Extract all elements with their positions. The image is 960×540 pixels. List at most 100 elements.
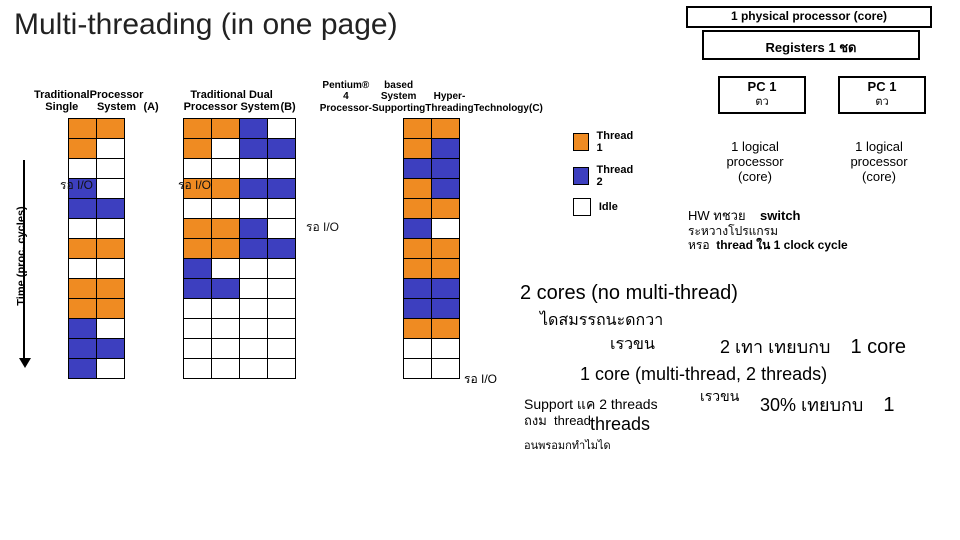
column-a: Traditional Single Processor System (A) bbox=[34, 60, 159, 379]
cell bbox=[97, 219, 125, 239]
legend-thread2: Thread 2 bbox=[573, 164, 636, 188]
compare-2: 30% เทยบกบ 1 bbox=[760, 390, 894, 419]
cell bbox=[240, 199, 268, 219]
other-cannot-line: อนพรอมกทำไมได bbox=[524, 436, 611, 454]
grid-c bbox=[403, 118, 460, 379]
cell bbox=[240, 159, 268, 179]
cell bbox=[69, 339, 97, 359]
cell bbox=[432, 299, 460, 319]
cell bbox=[184, 319, 212, 339]
cell bbox=[69, 259, 97, 279]
cell bbox=[212, 119, 240, 139]
cell bbox=[432, 119, 460, 139]
cell bbox=[212, 339, 240, 359]
limit-line: ถงม thread bbox=[524, 410, 591, 431]
pc-box-1: PC 1 ตว bbox=[718, 76, 806, 114]
pc-box-2: PC 1 ตว bbox=[838, 76, 926, 114]
cell bbox=[240, 359, 268, 379]
cell bbox=[97, 259, 125, 279]
cell bbox=[184, 359, 212, 379]
cell bbox=[404, 279, 432, 299]
cell bbox=[268, 139, 296, 159]
cell bbox=[432, 199, 460, 219]
cell bbox=[97, 299, 125, 319]
logical-core-2: 1 logical processor (core) bbox=[828, 140, 930, 185]
logical-core-1: 1 logical processor (core) bbox=[704, 140, 806, 185]
perf-better-line: ไดสมรรถนะดกวา bbox=[540, 308, 663, 333]
wait-io-b: รอ I/O bbox=[178, 176, 211, 195]
cell bbox=[97, 179, 125, 199]
cell bbox=[268, 239, 296, 259]
faster-2: เรวขน bbox=[700, 386, 739, 408]
cell bbox=[404, 219, 432, 239]
cell bbox=[184, 119, 212, 139]
cell bbox=[432, 319, 460, 339]
cell bbox=[69, 219, 97, 239]
swatch-idle-icon bbox=[573, 198, 591, 216]
cell bbox=[268, 299, 296, 319]
cell bbox=[404, 299, 432, 319]
wait-io-small: รอ I/O bbox=[464, 370, 497, 389]
cell bbox=[212, 159, 240, 179]
cell bbox=[404, 199, 432, 219]
cell bbox=[268, 219, 296, 239]
grid-b bbox=[183, 118, 296, 379]
cell bbox=[268, 339, 296, 359]
cell bbox=[432, 139, 460, 159]
compare-1: 2 เทา เทยบกบ 1 core bbox=[720, 332, 906, 361]
cell bbox=[432, 239, 460, 259]
registers-box: Registers 1 ชด bbox=[702, 30, 920, 60]
cell bbox=[432, 159, 460, 179]
cell bbox=[268, 159, 296, 179]
cell bbox=[97, 339, 125, 359]
cell bbox=[240, 319, 268, 339]
cell bbox=[69, 319, 97, 339]
cell bbox=[432, 179, 460, 199]
cell bbox=[404, 119, 432, 139]
cell bbox=[268, 279, 296, 299]
cell bbox=[69, 299, 97, 319]
cell bbox=[432, 339, 460, 359]
cell bbox=[240, 279, 268, 299]
cell bbox=[240, 339, 268, 359]
cell bbox=[404, 359, 432, 379]
cell bbox=[212, 239, 240, 259]
cell bbox=[184, 279, 212, 299]
cell bbox=[404, 339, 432, 359]
threads-word: threads bbox=[590, 414, 650, 435]
y-axis-label: Time (proc. cycles) bbox=[16, 206, 28, 305]
cell bbox=[212, 179, 240, 199]
cell bbox=[184, 219, 212, 239]
cell bbox=[184, 139, 212, 159]
cell bbox=[97, 199, 125, 219]
page-title: Multi-threading (in one page) bbox=[14, 8, 398, 42]
cell bbox=[184, 339, 212, 359]
cell bbox=[404, 179, 432, 199]
cell bbox=[268, 179, 296, 199]
column-c-heading: Pentium® 4 Processor- based System Suppo… bbox=[320, 60, 543, 114]
cell bbox=[268, 259, 296, 279]
cell bbox=[268, 119, 296, 139]
cell bbox=[404, 159, 432, 179]
cell bbox=[432, 359, 460, 379]
cell bbox=[97, 159, 125, 179]
cell bbox=[268, 199, 296, 219]
column-b: Traditional Dual Processor System (B) bbox=[183, 60, 296, 379]
cell bbox=[69, 359, 97, 379]
cell bbox=[97, 359, 125, 379]
cell bbox=[184, 299, 212, 319]
cell bbox=[240, 179, 268, 199]
cell bbox=[404, 139, 432, 159]
cell bbox=[97, 239, 125, 259]
cell bbox=[404, 319, 432, 339]
cell bbox=[212, 319, 240, 339]
cell bbox=[240, 299, 268, 319]
swatch-thread2-icon bbox=[573, 167, 589, 185]
cell bbox=[212, 359, 240, 379]
cell bbox=[97, 319, 125, 339]
time-arrow-icon bbox=[23, 160, 25, 360]
cell bbox=[212, 139, 240, 159]
legend-thread1: Thread 1 bbox=[573, 130, 636, 154]
cell bbox=[268, 359, 296, 379]
wait-io-a: รอ I/O bbox=[60, 176, 93, 195]
